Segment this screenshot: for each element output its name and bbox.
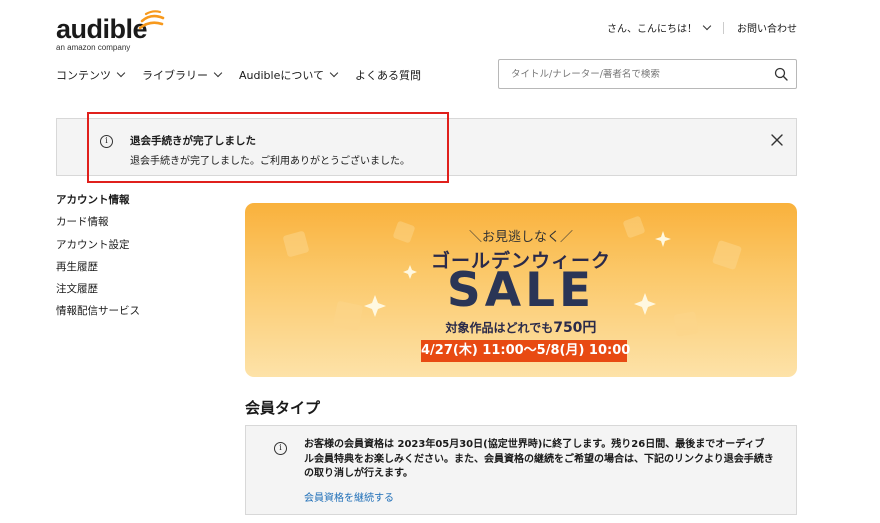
notice-title: 退会手続きが完了しました (130, 135, 256, 147)
chevron-down-icon (702, 21, 712, 30)
success-notice: i 退会手続きが完了しました 退会手続きが完了しました。ご利用ありがとうございま… (56, 118, 797, 176)
nav-item-label: よくある質問 (355, 69, 422, 82)
chevron-down-icon (213, 68, 223, 78)
search-box (498, 59, 797, 89)
sidebar-item-newsletter[interactable]: 情報配信サービス (56, 304, 140, 326)
membership-notice: i お客様の会員資格は 2023年05月30日(協定世界時)に終了します。残り2… (245, 425, 797, 515)
slash-decoration: ＼ (468, 230, 482, 245)
banner-subtitle: ＼お見逃しなく／ (245, 226, 797, 245)
banner-price: 対象作品はどれでも750円 (245, 317, 797, 337)
sidebar-item-card-info[interactable]: カード情報 (56, 215, 140, 237)
nav-item-about[interactable]: Audibleについて (239, 67, 339, 83)
notice-body: 退会手続きが完了しました。ご利用ありがとうございました。 (130, 156, 410, 167)
account-sidebar: アカウント情報 カード情報 アカウント設定 再生履歴 注文履歴 情報配信サービス (56, 193, 140, 327)
info-icon: i (100, 135, 113, 148)
slash-decoration: ／ (560, 230, 574, 245)
divider (723, 21, 724, 34)
sidebar-item-order-history[interactable]: 注文履歴 (56, 282, 140, 304)
sidebar-item-account-info[interactable]: アカウント情報 (56, 193, 140, 215)
header-utility: さん、こんにちは！ お問い合わせ (607, 20, 797, 35)
sidebar-item-listening-history[interactable]: 再生履歴 (56, 260, 140, 282)
price-value: 750円 (553, 320, 597, 336)
search-icon[interactable] (774, 67, 788, 81)
account-greeting[interactable]: さん、こんにちは！ (607, 20, 712, 35)
search-input[interactable] (499, 68, 759, 80)
contact-link[interactable]: お問い合わせ (737, 20, 797, 35)
nav-item-contents[interactable]: コンテンツ (56, 67, 126, 83)
sidebar-item-account-settings[interactable]: アカウント設定 (56, 238, 140, 260)
logo-tagline: an amazon company (56, 43, 131, 52)
chevron-down-icon (329, 68, 339, 78)
nav-item-faq[interactable]: よくある質問 (355, 67, 421, 83)
info-icon: i (274, 442, 287, 455)
sale-banner[interactable]: ＼お見逃しなく／ ゴールデンウィーク SALE 対象作品はどれでも750円 4/… (245, 203, 797, 377)
greeting-text: さん、こんにちは！ (607, 24, 697, 35)
nav-item-label: ライブラリー (142, 69, 208, 82)
banner-subtitle-text: お見逃しなく (481, 230, 560, 245)
price-prefix: 対象作品はどれでも (445, 321, 554, 335)
nav-item-label: コンテンツ (56, 69, 111, 82)
close-icon[interactable] (770, 133, 784, 147)
logo-waves-icon (138, 10, 165, 30)
membership-message: お客様の会員資格は 2023年05月30日(協定世界時)に終了します。残り26日… (304, 439, 774, 479)
continue-membership-link[interactable]: 会員資格を継続する (304, 489, 394, 504)
nav-item-label: Audibleについて (239, 69, 325, 82)
banner-sale: SALE (446, 263, 596, 318)
banner-dates: 4/27(木) 11:00～5/8(月) 10:00 (421, 340, 630, 362)
logo-wordmark: audible (56, 14, 148, 44)
section-title: 会員タイプ (245, 399, 321, 417)
nav-item-library[interactable]: ライブラリー (142, 67, 223, 83)
chevron-down-icon (116, 68, 126, 78)
audible-logo[interactable]: audible an amazon company (56, 10, 166, 52)
main-nav: コンテンツ ライブラリー Audibleについて よくある質問 (56, 67, 439, 83)
